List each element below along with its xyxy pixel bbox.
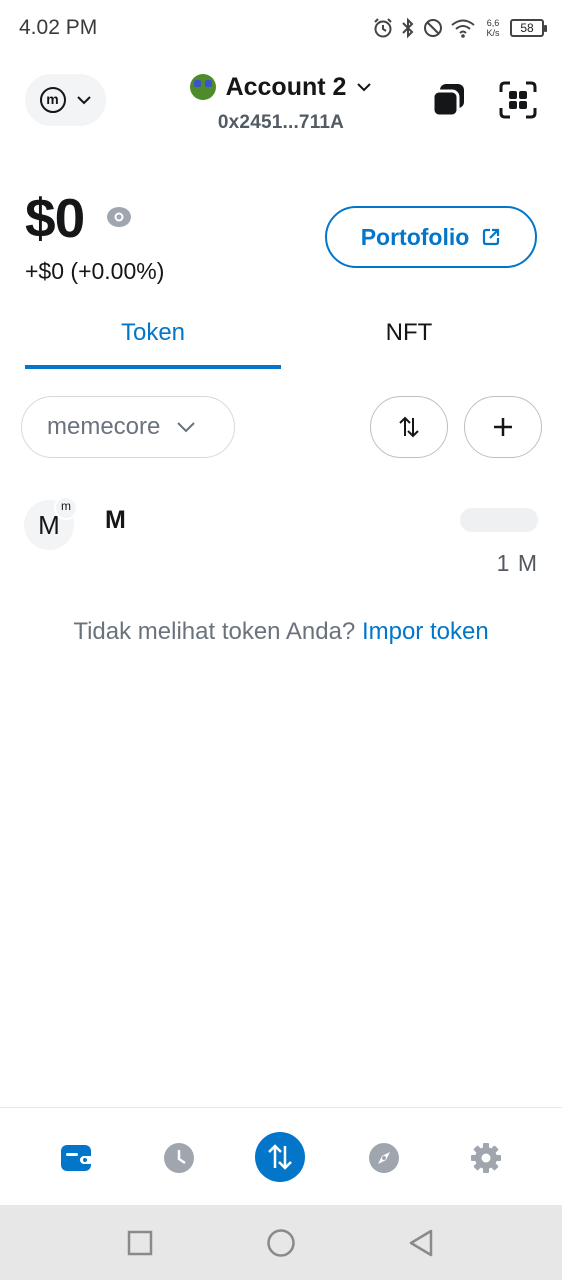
status-time: 4.02 PM xyxy=(19,16,98,39)
circle-icon xyxy=(267,1229,295,1257)
gear-icon xyxy=(471,1143,501,1173)
system-navigation-bar xyxy=(0,1205,562,1280)
account-picker[interactable]: Account 2 xyxy=(150,70,412,104)
back-button[interactable] xyxy=(405,1227,437,1259)
add-token-button[interactable] xyxy=(464,396,542,458)
scan-icon xyxy=(499,81,537,119)
account-address[interactable]: 0x2451...711A xyxy=(150,112,412,134)
nav-activity[interactable] xyxy=(153,1132,205,1184)
eye-icon[interactable] xyxy=(106,205,132,229)
bluetooth-icon xyxy=(402,17,414,39)
nav-explore[interactable] xyxy=(358,1132,410,1184)
chevron-down-icon xyxy=(357,83,372,92)
nav-settings[interactable] xyxy=(460,1132,512,1184)
sort-button[interactable] xyxy=(370,396,448,458)
wifi-icon xyxy=(451,19,475,38)
network-picker-button[interactable]: m xyxy=(25,74,106,126)
nav-actions-button[interactable] xyxy=(255,1132,305,1182)
bottom-tab-bar xyxy=(0,1107,562,1205)
import-token-prompt: Tidak melihat token Anda? Impor token xyxy=(0,618,562,646)
nav-wallet[interactable] xyxy=(51,1132,103,1184)
tab-token[interactable]: Token xyxy=(25,306,281,370)
portfolio-button[interactable]: Portofolio xyxy=(325,206,537,268)
active-tab-indicator xyxy=(25,365,281,369)
do-not-disturb-icon xyxy=(424,19,442,37)
import-token-link[interactable]: Impor token xyxy=(362,618,489,645)
triangle-back-icon xyxy=(409,1229,433,1257)
swap-arrows-icon xyxy=(268,1144,292,1170)
status-bar: 4.02 PM 6,6 K/s 58 xyxy=(0,0,562,56)
status-icons: 6,6 K/s 58 xyxy=(372,14,547,42)
import-prompt-text: Tidak melihat token Anda? xyxy=(73,618,356,645)
token-row[interactable]: M m M 1 M xyxy=(0,490,562,586)
network-logo: m xyxy=(39,87,66,113)
network-filter-dropdown[interactable]: memecore xyxy=(21,396,235,458)
clock-icon xyxy=(164,1143,194,1173)
battery-indicator: 58 xyxy=(510,19,547,37)
recents-button[interactable] xyxy=(124,1227,156,1259)
balance-change: +$0 (+0.00%) xyxy=(25,258,165,284)
network-speed-value: 6,6 xyxy=(486,18,500,28)
home-button[interactable] xyxy=(265,1227,297,1259)
network-filter-label: memecore xyxy=(47,413,161,440)
copy-button[interactable] xyxy=(430,82,468,118)
portfolio-label: Portofolio xyxy=(360,223,470,250)
compass-icon xyxy=(369,1143,399,1173)
token-fiat-placeholder xyxy=(460,508,538,532)
account-avatar xyxy=(189,74,216,100)
token-name: M xyxy=(105,506,126,534)
token-amount: 1 M xyxy=(496,550,538,576)
tab-nft[interactable]: NFT xyxy=(281,306,537,370)
scan-qr-button[interactable] xyxy=(498,80,538,120)
square-icon xyxy=(127,1230,153,1256)
chevron-down-icon xyxy=(76,96,91,105)
copy-icon xyxy=(431,84,464,118)
chevron-down-icon xyxy=(177,422,196,433)
wallet-icon xyxy=(61,1145,94,1171)
token-network-badge: m xyxy=(54,496,78,520)
account-header: Account 2 0x2451...711A xyxy=(150,70,412,134)
sort-arrows-icon xyxy=(399,416,419,438)
external-link-icon xyxy=(483,228,500,246)
network-speed-unit: K/s xyxy=(486,28,500,38)
total-balance: $0 xyxy=(25,187,85,249)
alarm-icon xyxy=(374,18,392,38)
network-speed: 6,6 K/s xyxy=(482,18,504,38)
plus-icon xyxy=(494,418,512,436)
account-name: Account 2 xyxy=(225,72,347,101)
